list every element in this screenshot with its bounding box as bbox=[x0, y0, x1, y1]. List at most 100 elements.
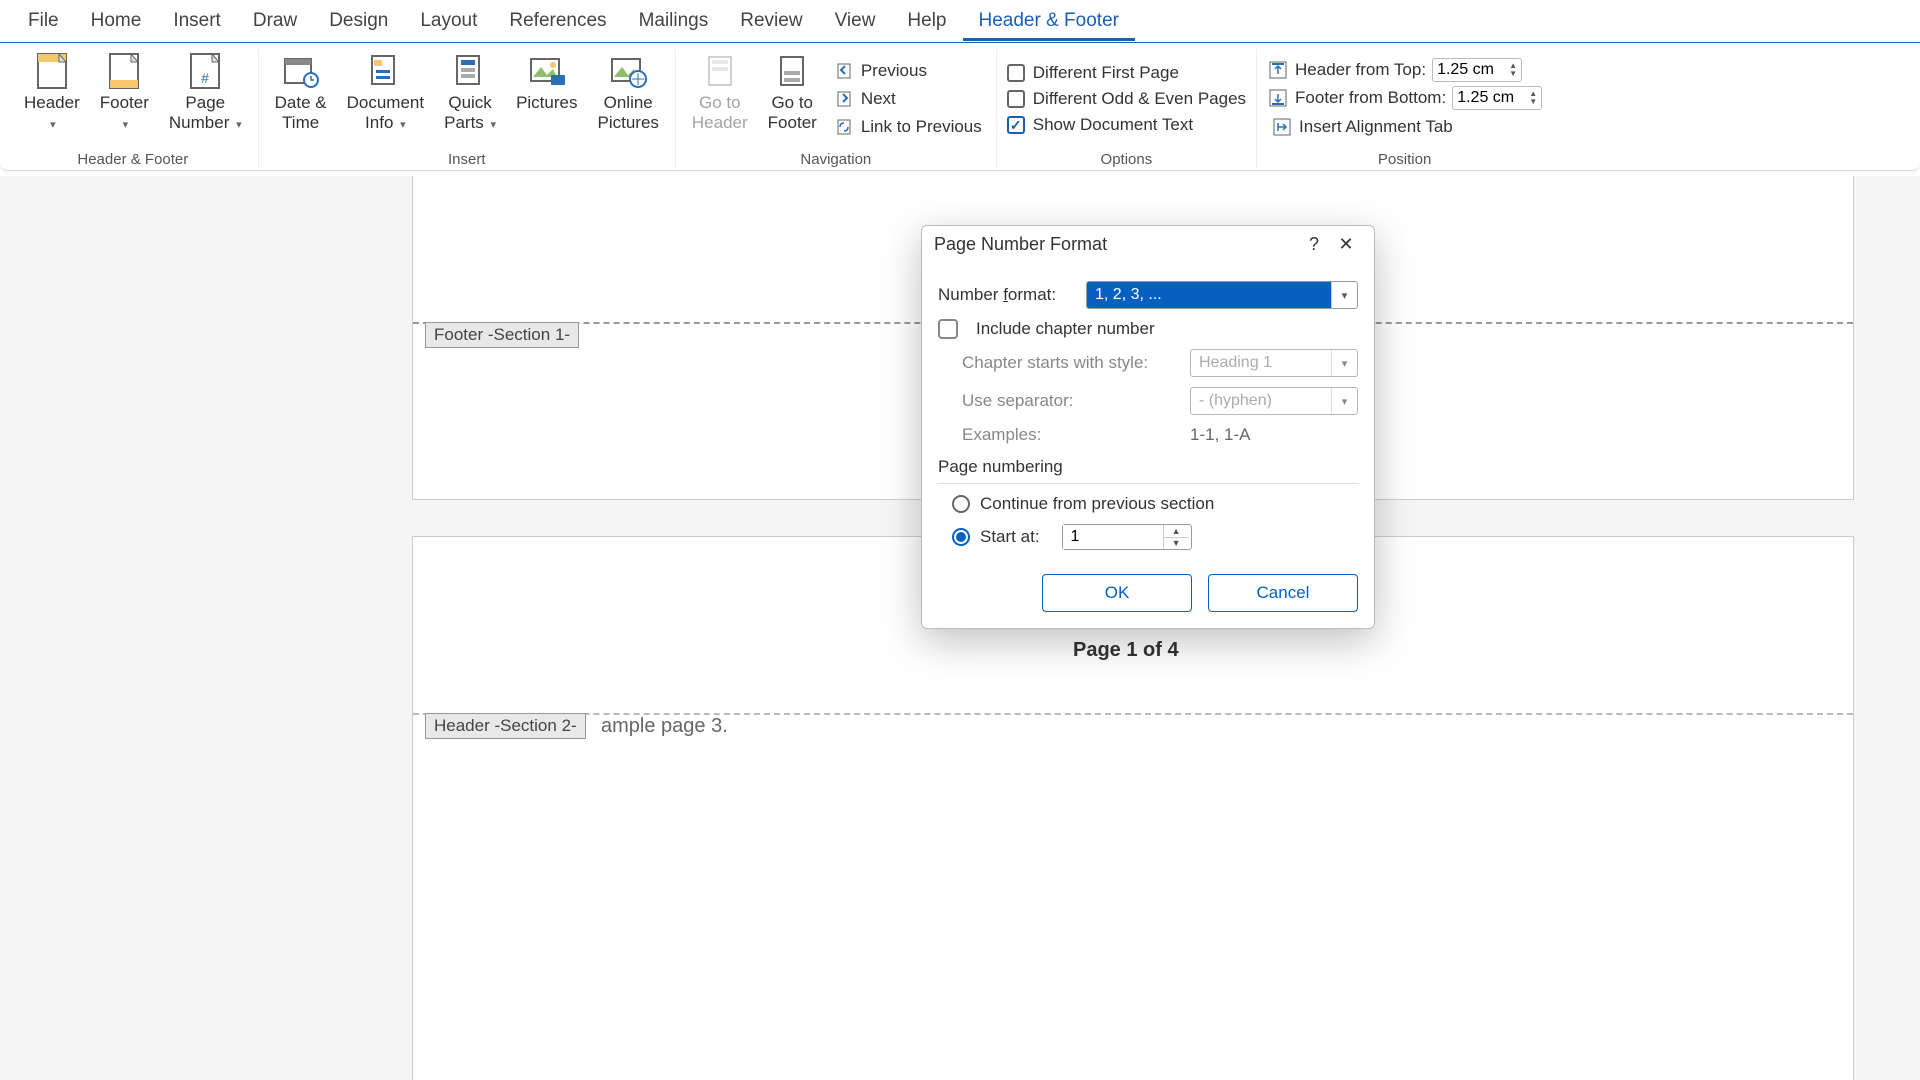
spin-up-icon[interactable]: ▲ bbox=[1164, 525, 1189, 538]
examples-label: Examples: bbox=[962, 425, 1041, 445]
tab-review[interactable]: Review bbox=[724, 4, 818, 41]
tab-mailings[interactable]: Mailings bbox=[623, 4, 725, 41]
start-at-input[interactable]: ▲▼ bbox=[1062, 524, 1192, 550]
ribbon-group-position: Header from Top: ▲▼ Footer from Bottom: … bbox=[1257, 49, 1552, 168]
tab-design[interactable]: Design bbox=[313, 4, 404, 41]
tab-file[interactable]: File bbox=[12, 4, 75, 41]
previous-icon bbox=[835, 61, 855, 81]
tab-draw[interactable]: Draw bbox=[237, 4, 313, 41]
header-button[interactable]: Header ▾ bbox=[18, 49, 86, 136]
tab-references[interactable]: References bbox=[493, 4, 622, 41]
insert-alignment-tab-button[interactable]: Insert Alignment Tab bbox=[1267, 114, 1542, 140]
ok-button[interactable]: OK bbox=[1042, 574, 1192, 612]
tab-view[interactable]: View bbox=[819, 4, 892, 41]
cancel-button[interactable]: Cancel bbox=[1208, 574, 1358, 612]
continue-radio[interactable] bbox=[952, 495, 970, 513]
number-format-select[interactable]: 1, 2, 3, ... ▾ bbox=[1086, 281, 1358, 309]
page-numbering-section: Page numbering bbox=[938, 457, 1358, 477]
online-picture-icon bbox=[608, 51, 648, 91]
link-icon bbox=[835, 117, 855, 137]
link-previous-button[interactable]: Link to Previous bbox=[831, 115, 986, 139]
pictures-button[interactable]: Pictures bbox=[510, 49, 583, 115]
chevron-down-icon: ▾ bbox=[123, 119, 129, 131]
chevron-down-icon[interactable]: ▾ bbox=[1331, 350, 1357, 376]
footer-icon bbox=[104, 51, 144, 91]
date-time-button[interactable]: Date &Time bbox=[269, 49, 333, 136]
close-icon[interactable]: ✕ bbox=[1330, 234, 1362, 255]
help-icon[interactable]: ? bbox=[1298, 234, 1330, 255]
online-pictures-button[interactable]: OnlinePictures bbox=[591, 49, 664, 136]
ribbon-group-header-footer: Header ▾ Footer ▾ # PageNumber ▾ Header & … bbox=[8, 49, 259, 168]
svg-text:#: # bbox=[201, 70, 209, 86]
group-label-options: Options bbox=[1101, 151, 1153, 168]
diff-first-page-checkbox[interactable]: Different First Page bbox=[1007, 63, 1246, 83]
chevron-down-icon: ▾ bbox=[400, 119, 406, 131]
picture-icon bbox=[527, 51, 567, 91]
chevron-down-icon[interactable]: ▾ bbox=[1331, 388, 1357, 414]
header-label: Header bbox=[24, 93, 80, 112]
spin-down-icon[interactable]: ▼ bbox=[1164, 538, 1189, 550]
include-chapter-checkbox[interactable] bbox=[938, 319, 958, 339]
page-number-l2: Number bbox=[169, 113, 229, 132]
group-label-nav: Navigation bbox=[800, 151, 871, 168]
chapter-style-label: Chapter starts with style: bbox=[962, 353, 1148, 373]
tab-layout[interactable]: Layout bbox=[404, 4, 493, 41]
checkbox-icon bbox=[1007, 90, 1025, 108]
tab-insert[interactable]: Insert bbox=[157, 4, 237, 41]
start-at-radio[interactable] bbox=[952, 528, 970, 546]
divider bbox=[938, 483, 1358, 484]
spin-down-icon[interactable]: ▼ bbox=[1529, 98, 1537, 106]
doc-info-icon bbox=[365, 51, 405, 91]
group-label-hf: Header & Footer bbox=[77, 151, 188, 168]
start-at-label: Start at: bbox=[980, 527, 1040, 547]
previous-button[interactable]: Previous bbox=[831, 59, 986, 83]
ribbon-group-options: Different First Page Different Odd & Eve… bbox=[997, 49, 1257, 168]
group-label-position: Position bbox=[1378, 151, 1431, 168]
goto-footer-button[interactable]: Go toFooter bbox=[762, 49, 823, 136]
examples-value: 1-1, 1-A bbox=[1190, 425, 1358, 445]
tab-header-footer[interactable]: Header & Footer bbox=[963, 4, 1135, 41]
ribbon: Header ▾ Footer ▾ # PageNumber ▾ Header & … bbox=[0, 42, 1920, 171]
show-doc-text-checkbox[interactable]: Show Document Text bbox=[1007, 115, 1246, 135]
chevron-down-icon: ▾ bbox=[50, 119, 56, 131]
include-chapter-label: Include chapter number bbox=[976, 319, 1155, 339]
next-icon bbox=[835, 89, 855, 109]
page-number-l1: Page bbox=[185, 93, 225, 112]
calendar-icon bbox=[281, 51, 321, 91]
tab-home[interactable]: Home bbox=[75, 4, 158, 41]
page-number-button[interactable]: # PageNumber ▾ bbox=[163, 49, 248, 136]
footer-label: Footer bbox=[100, 93, 149, 112]
footer-section-badge: Footer -Section 1- bbox=[425, 322, 579, 348]
spin-down-icon[interactable]: ▼ bbox=[1509, 70, 1517, 78]
ribbon-group-navigation: Go toHeader Go toFooter Previous Next Li… bbox=[676, 49, 997, 168]
chapter-style-select[interactable]: Heading 1 ▾ bbox=[1190, 349, 1358, 377]
goto-header-button: Go toHeader bbox=[686, 49, 754, 136]
number-format-label: Number format: bbox=[938, 285, 1056, 305]
header-top-input[interactable]: ▲▼ bbox=[1432, 58, 1522, 82]
continue-label: Continue from previous section bbox=[980, 494, 1214, 514]
checkbox-checked-icon bbox=[1007, 116, 1025, 134]
ribbon-tabs: File Home Insert Draw Design Layout Refe… bbox=[0, 0, 1920, 42]
sample-text: ample page 3. bbox=[601, 715, 728, 738]
checkbox-icon bbox=[1007, 64, 1025, 82]
alignment-tab-icon bbox=[1271, 116, 1293, 138]
goto-footer-icon bbox=[772, 51, 812, 91]
quick-parts-button[interactable]: QuickParts ▾ bbox=[438, 49, 502, 136]
document-info-button[interactable]: DocumentInfo ▾ bbox=[341, 49, 430, 136]
footer-bottom-input[interactable]: ▲▼ bbox=[1452, 86, 1542, 110]
header-icon bbox=[32, 51, 72, 91]
next-button[interactable]: Next bbox=[831, 87, 986, 111]
ribbon-group-insert: Date &Time DocumentInfo ▾ QuickParts ▾ P… bbox=[259, 49, 676, 168]
footer-button[interactable]: Footer ▾ bbox=[94, 49, 155, 136]
chevron-down-icon[interactable]: ▾ bbox=[1331, 282, 1357, 308]
header-top-icon bbox=[1267, 59, 1289, 81]
separator-select[interactable]: - (hyphen) ▾ bbox=[1190, 387, 1358, 415]
footer-bottom-icon bbox=[1267, 87, 1289, 109]
dialog-title: Page Number Format bbox=[934, 234, 1298, 255]
chevron-down-icon: ▾ bbox=[491, 119, 497, 131]
page-number-format-dialog: Page Number Format ? ✕ Number format: 1,… bbox=[921, 225, 1375, 629]
quick-parts-icon bbox=[450, 51, 490, 91]
group-label-insert: Insert bbox=[448, 151, 486, 168]
diff-odd-even-checkbox[interactable]: Different Odd & Even Pages bbox=[1007, 89, 1246, 109]
tab-help[interactable]: Help bbox=[891, 4, 962, 41]
